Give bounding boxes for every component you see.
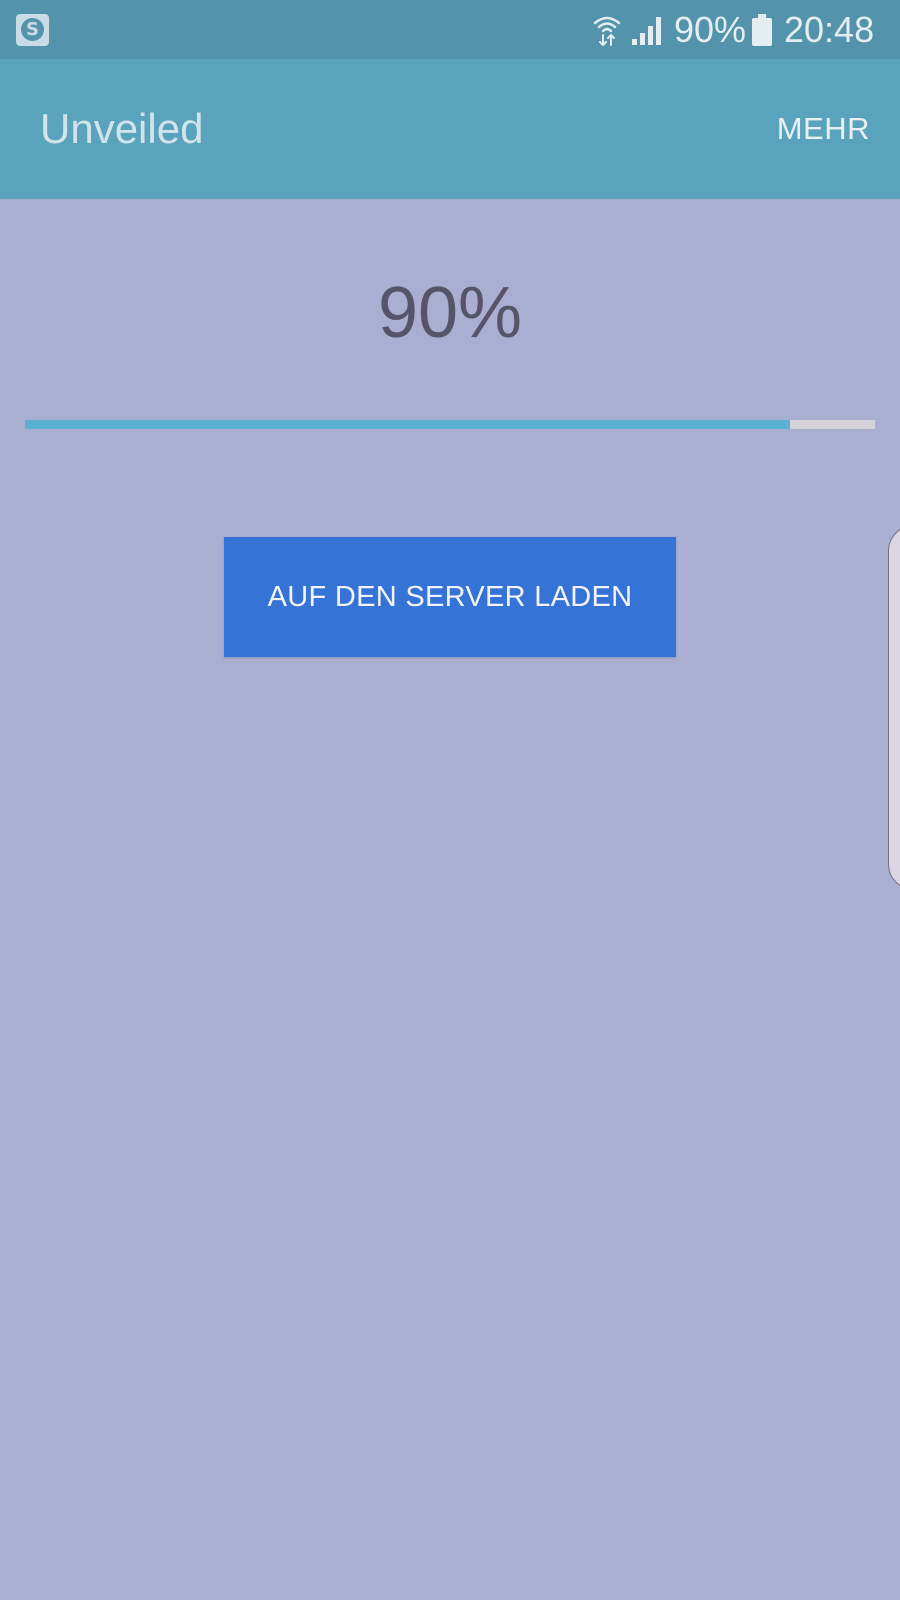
edge-panel-handle[interactable] — [888, 525, 900, 890]
main-content: 90% AUF DEN SERVER LADEN — [0, 199, 900, 1600]
battery-icon — [752, 14, 772, 46]
battery-percent: 90% — [674, 9, 747, 50]
upload-to-server-button[interactable]: AUF DEN SERVER LADEN — [224, 537, 676, 657]
status-clock: 20:48 — [784, 9, 875, 50]
progress-bar — [25, 420, 875, 429]
s-shield-icon: S — [16, 14, 49, 46]
cell-signal-icon — [632, 17, 661, 45]
wifi-data-icon — [593, 16, 621, 46]
more-menu-button[interactable]: MEHR — [777, 111, 870, 147]
app-bar: Unveiled MEHR — [0, 59, 900, 199]
status-bar: S 90% 20:48 — [0, 0, 900, 59]
app-title: Unveiled — [40, 105, 204, 152]
progress-bar-fill — [25, 420, 790, 429]
progress-percent-label: 90% — [377, 273, 523, 353]
